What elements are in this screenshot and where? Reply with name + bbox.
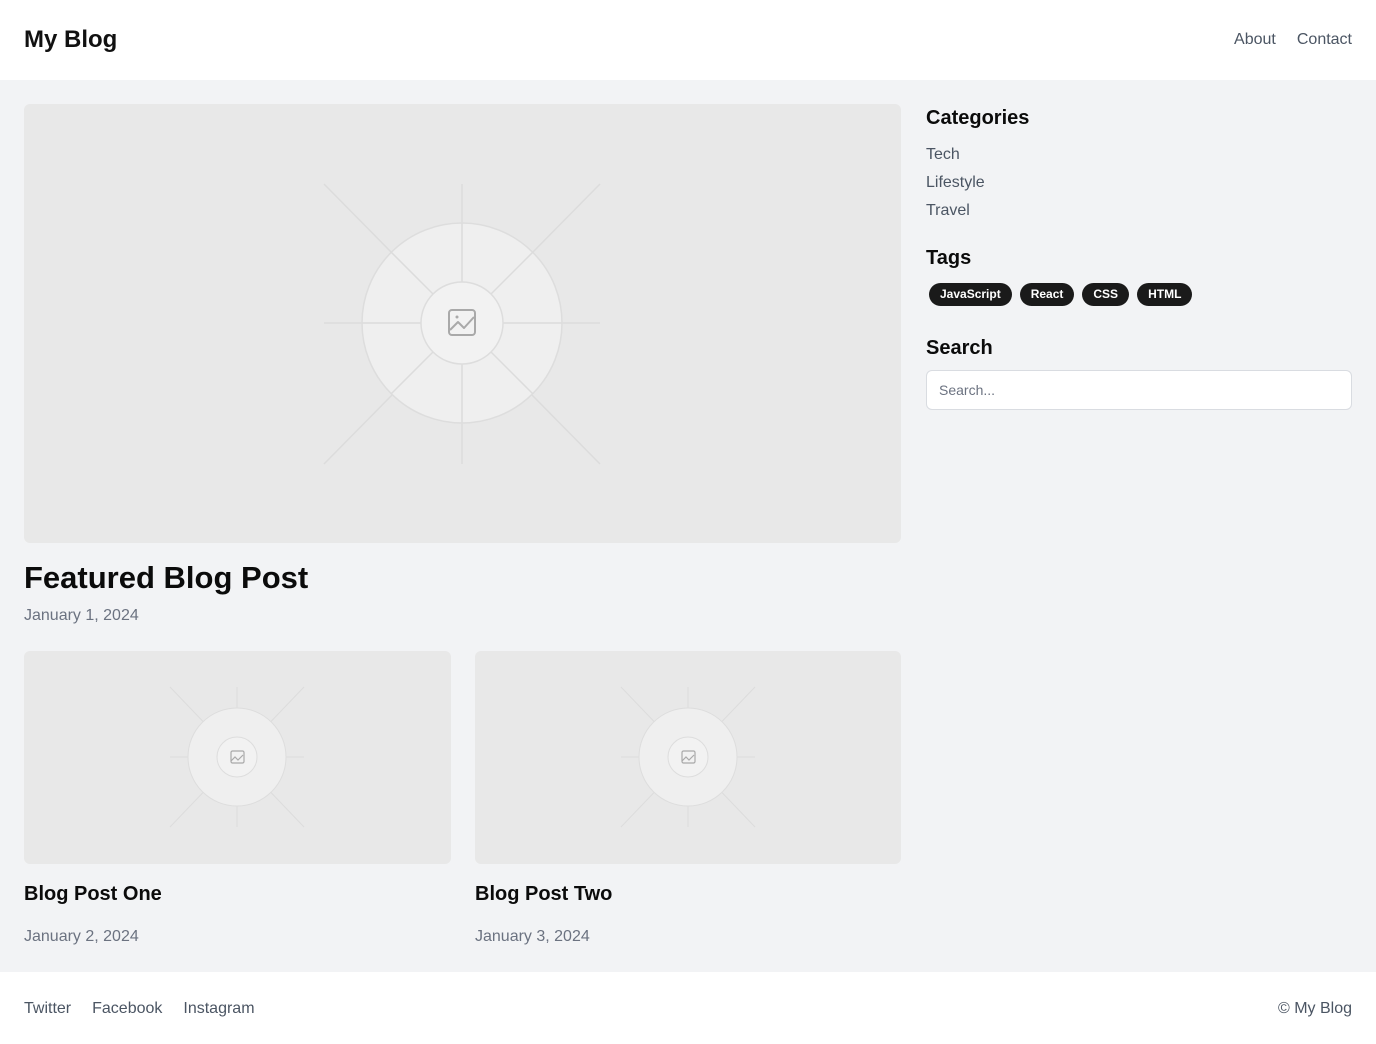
nav-link-about[interactable]: About (1234, 29, 1276, 51)
category-item-tech[interactable]: Tech (926, 141, 985, 169)
featured-post-image[interactable] (24, 104, 901, 543)
post-one-date: January 2, 2024 (24, 928, 139, 945)
tag-css[interactable]: CSS (1082, 283, 1130, 306)
site-footer: Twitter Facebook Instagram © My Blog (0, 972, 1376, 1044)
post-two-date: January 3, 2024 (475, 928, 590, 945)
image-placeholder-icon (323, 183, 601, 465)
tag-javascript[interactable]: JavaScript (929, 283, 1012, 306)
tag-html[interactable]: HTML (1137, 283, 1193, 306)
nav-link-contact[interactable]: Contact (1297, 29, 1352, 51)
post-one-image[interactable] (24, 651, 451, 864)
post-one-title[interactable]: Blog Post One (24, 881, 162, 907)
post-two-image[interactable] (475, 651, 901, 864)
search-heading: Search (926, 337, 993, 359)
featured-post-title[interactable]: Featured Blog Post (24, 558, 308, 598)
social-links: Twitter Facebook Instagram (24, 998, 255, 1020)
tag-react[interactable]: React (1019, 283, 1075, 306)
categories-heading: Categories (926, 107, 1030, 129)
social-link-twitter[interactable]: Twitter (24, 998, 71, 1020)
copyright-text: © My Blog (1277, 1000, 1352, 1017)
site-logo[interactable]: My Blog (24, 24, 117, 56)
post-two-title[interactable]: Blog Post Two (475, 881, 612, 907)
featured-post-date: January 1, 2024 (24, 607, 139, 624)
category-list: Tech Lifestyle Travel (926, 141, 985, 225)
category-item-travel[interactable]: Travel (926, 197, 985, 225)
main-nav: About Contact (1234, 29, 1352, 51)
image-placeholder-icon (620, 686, 756, 828)
social-link-facebook[interactable]: Facebook (92, 998, 162, 1020)
image-placeholder-icon (169, 686, 305, 828)
site-header: My Blog About Contact (0, 0, 1376, 80)
tags-heading: Tags (926, 247, 972, 269)
search-input[interactable] (926, 370, 1352, 410)
category-item-lifestyle[interactable]: Lifestyle (926, 169, 985, 197)
social-link-instagram[interactable]: Instagram (183, 998, 254, 1020)
tag-list: JavaScript React CSS HTML (929, 283, 1193, 306)
